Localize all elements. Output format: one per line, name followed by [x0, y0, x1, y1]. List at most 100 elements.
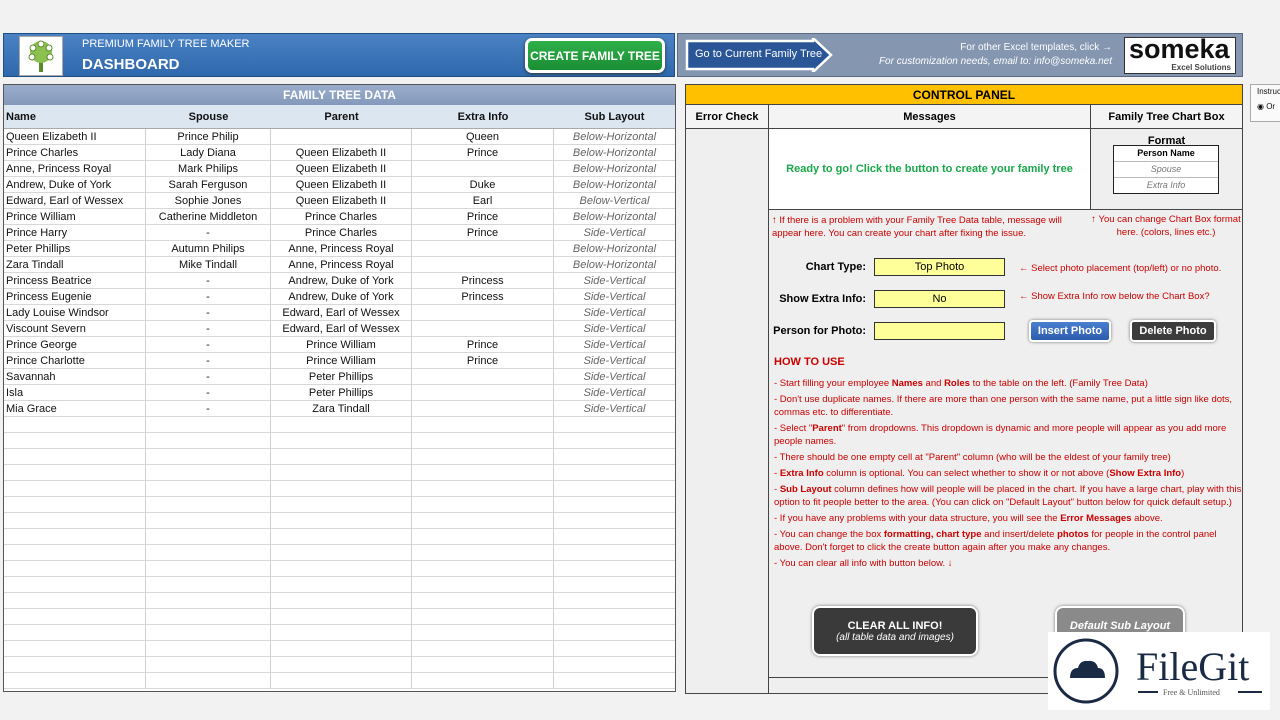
cell-name[interactable]: Prince George: [4, 337, 146, 353]
cell-spouse[interactable]: Sophie Jones: [146, 193, 271, 209]
cell-sub-layout[interactable]: [554, 577, 675, 593]
column-header-extra-info[interactable]: Extra Info: [412, 105, 554, 129]
cell-sub-layout[interactable]: Side-Vertical: [554, 305, 675, 321]
cell-extra-info[interactable]: [412, 401, 554, 417]
cell-spouse[interactable]: -: [146, 273, 271, 289]
cell-sub-layout[interactable]: Below-Horizontal: [554, 177, 675, 193]
column-header-spouse[interactable]: Spouse: [146, 105, 271, 129]
cell-spouse[interactable]: [146, 449, 271, 465]
cell-sub-layout[interactable]: Below-Horizontal: [554, 257, 675, 273]
cell-spouse[interactable]: [146, 625, 271, 641]
instructions-option-radio[interactable]: ◉ Or: [1257, 102, 1280, 111]
cell-name[interactable]: [4, 545, 146, 561]
cell-spouse[interactable]: [146, 481, 271, 497]
cell-parent[interactable]: Edward, Earl of Wessex: [271, 321, 412, 337]
cell-name[interactable]: [4, 641, 146, 657]
cell-spouse[interactable]: [146, 465, 271, 481]
cell-sub-layout[interactable]: Below-Horizontal: [554, 129, 675, 145]
cell-parent[interactable]: Prince Charles: [271, 225, 412, 241]
cell-spouse[interactable]: Sarah Ferguson: [146, 177, 271, 193]
cell-parent[interactable]: Peter Phillips: [271, 369, 412, 385]
cell-parent[interactable]: Queen Elizabeth II: [271, 193, 412, 209]
cell-spouse[interactable]: -: [146, 369, 271, 385]
cell-sub-layout[interactable]: Below-Horizontal: [554, 241, 675, 257]
cell-spouse[interactable]: Catherine Middleton: [146, 209, 271, 225]
cell-spouse[interactable]: [146, 657, 271, 673]
cell-extra-info[interactable]: [412, 641, 554, 657]
cell-name[interactable]: Savannah: [4, 369, 146, 385]
cell-extra-info[interactable]: [412, 609, 554, 625]
cell-spouse[interactable]: [146, 641, 271, 657]
cell-parent[interactable]: [271, 529, 412, 545]
cell-name[interactable]: [4, 673, 146, 689]
cell-name[interactable]: Prince Charles: [4, 145, 146, 161]
cell-parent[interactable]: Anne, Princess Royal: [271, 241, 412, 257]
cell-name[interactable]: [4, 465, 146, 481]
cell-extra-info[interactable]: [412, 529, 554, 545]
column-header-sub-layout[interactable]: Sub Layout: [554, 105, 675, 129]
cell-sub-layout[interactable]: Below-Horizontal: [554, 145, 675, 161]
cell-name[interactable]: Edward, Earl of Wessex: [4, 193, 146, 209]
cell-extra-info[interactable]: [412, 561, 554, 577]
cell-name[interactable]: Mia Grace: [4, 401, 146, 417]
cell-extra-info[interactable]: [412, 321, 554, 337]
cell-spouse[interactable]: -: [146, 353, 271, 369]
cell-spouse[interactable]: -: [146, 385, 271, 401]
cell-spouse[interactable]: [146, 673, 271, 689]
delete-photo-button[interactable]: Delete Photo: [1130, 320, 1216, 342]
cell-sub-layout[interactable]: [554, 609, 675, 625]
cell-name[interactable]: [4, 449, 146, 465]
show-extra-info-select[interactable]: No: [874, 290, 1005, 308]
cell-name[interactable]: Prince William: [4, 209, 146, 225]
cell-parent[interactable]: Queen Elizabeth II: [271, 177, 412, 193]
clear-all-info-button[interactable]: CLEAR ALL INFO! (all table data and imag…: [812, 606, 978, 656]
person-for-photo-select[interactable]: [874, 322, 1005, 340]
cell-name[interactable]: Peter Phillips: [4, 241, 146, 257]
cell-sub-layout[interactable]: [554, 465, 675, 481]
cell-extra-info[interactable]: Duke: [412, 177, 554, 193]
cell-spouse[interactable]: -: [146, 289, 271, 305]
cell-name[interactable]: Lady Louise Windsor: [4, 305, 146, 321]
cell-parent[interactable]: [271, 609, 412, 625]
cell-parent[interactable]: Prince William: [271, 337, 412, 353]
cell-sub-layout[interactable]: Below-Horizontal: [554, 161, 675, 177]
cell-parent[interactable]: [271, 577, 412, 593]
cell-sub-layout[interactable]: Side-Vertical: [554, 273, 675, 289]
cell-extra-info[interactable]: Prince: [412, 353, 554, 369]
cell-sub-layout[interactable]: Side-Vertical: [554, 225, 675, 241]
cell-parent[interactable]: [271, 433, 412, 449]
cell-spouse[interactable]: [146, 433, 271, 449]
cell-spouse[interactable]: Prince Philip: [146, 129, 271, 145]
cell-sub-layout[interactable]: [554, 433, 675, 449]
cell-extra-info[interactable]: [412, 241, 554, 257]
cell-name[interactable]: Queen Elizabeth II: [4, 129, 146, 145]
cell-name[interactable]: [4, 577, 146, 593]
cell-parent[interactable]: Andrew, Duke of York: [271, 273, 412, 289]
cell-sub-layout[interactable]: [554, 561, 675, 577]
cell-sub-layout[interactable]: Below-Horizontal: [554, 209, 675, 225]
cell-extra-info[interactable]: [412, 417, 554, 433]
cell-parent[interactable]: Edward, Earl of Wessex: [271, 305, 412, 321]
cell-extra-info[interactable]: [412, 257, 554, 273]
create-family-tree-button[interactable]: CREATE FAMILY TREE: [525, 38, 665, 73]
cell-spouse[interactable]: -: [146, 321, 271, 337]
cell-sub-layout[interactable]: [554, 673, 675, 689]
cell-name[interactable]: [4, 497, 146, 513]
cell-name[interactable]: [4, 593, 146, 609]
cell-name[interactable]: [4, 561, 146, 577]
cell-name[interactable]: Anne, Princess Royal: [4, 161, 146, 177]
cell-name[interactable]: [4, 625, 146, 641]
cell-sub-layout[interactable]: [554, 593, 675, 609]
cell-sub-layout[interactable]: Below-Vertical: [554, 193, 675, 209]
cell-spouse[interactable]: [146, 561, 271, 577]
cell-sub-layout[interactable]: [554, 513, 675, 529]
cell-name[interactable]: [4, 513, 146, 529]
cell-sub-layout[interactable]: Side-Vertical: [554, 337, 675, 353]
cell-name[interactable]: Isla: [4, 385, 146, 401]
chart-type-select[interactable]: Top Photo: [874, 258, 1005, 276]
cell-spouse[interactable]: Mike Tindall: [146, 257, 271, 273]
cell-sub-layout[interactable]: [554, 449, 675, 465]
cell-spouse[interactable]: [146, 417, 271, 433]
cell-extra-info[interactable]: [412, 513, 554, 529]
cell-extra-info[interactable]: [412, 385, 554, 401]
